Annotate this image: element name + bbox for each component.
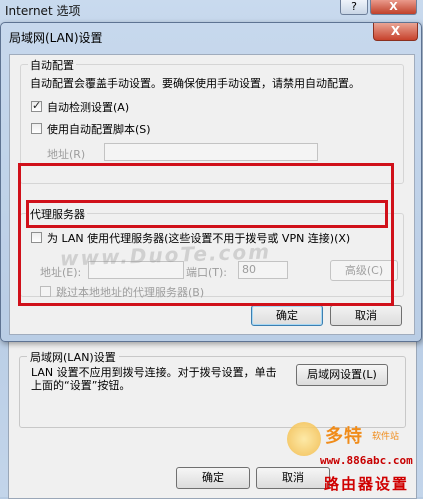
bypass-local-label: 跳过本地地址的代理服务器(B) [56,286,205,299]
dialog-cancel-button[interactable]: 取消 [330,305,402,326]
site-logo-text: 多特 [325,426,363,447]
close-button[interactable]: X [370,0,417,15]
auto-detect-label: 自动检测设置(A) [47,101,130,114]
dialog-ok-button[interactable]: 确定 [251,305,323,326]
use-script-checkbox[interactable] [31,123,42,134]
options-ok-button[interactable]: 确定 [176,467,250,489]
lan-settings-dialog: 局域网(LAN)设置 X 自动配置 自动配置会覆盖手动设置。要确保使用手动设置，… [0,22,422,342]
help-button[interactable]: ? [340,0,368,15]
site-logo: 多特 软件站 [287,417,419,477]
use-proxy-checkbox[interactable] [31,232,42,243]
advanced-button[interactable]: 高级(C) [330,260,398,281]
mascot-icon [287,422,321,456]
lan-settings-button[interactable]: 局域网设置(L) [296,364,388,386]
dialog-close-button[interactable]: X [373,23,418,41]
script-address-input[interactable] [104,143,318,161]
auto-config-description: 自动配置会覆盖手动设置。要确保使用手动设置，请禁用自动配置。 [30,77,360,90]
dialog-body: 自动配置 自动配置会覆盖手动设置。要确保使用手动设置，请禁用自动配置。 自动检测… [9,54,415,335]
site-brand: 路由器设置 [324,475,410,493]
bypass-local-checkbox[interactable] [40,286,51,297]
lan-settings-description: LAN 设置不应用到拨号连接。对于拨号设置，单击上面的“设置”按钮。 [31,366,277,392]
script-address-label: 地址(R) [47,148,86,161]
lan-settings-group-label: 局域网(LAN)设置 [27,349,119,365]
site-url: www.886abc.com [320,454,413,467]
dialog-title: 局域网(LAN)设置 [9,31,103,45]
auto-config-group-label: 自动配置 [28,57,76,73]
proxy-port-label: 端口(T): [186,266,228,279]
site-logo-subtext: 软件站 [372,432,400,442]
auto-detect-checkbox[interactable] [31,99,42,112]
use-proxy-highlight-frame [26,200,388,228]
use-script-label: 使用自动配置脚本(S) [47,123,151,136]
window-title: Internet 选项 [5,4,81,18]
